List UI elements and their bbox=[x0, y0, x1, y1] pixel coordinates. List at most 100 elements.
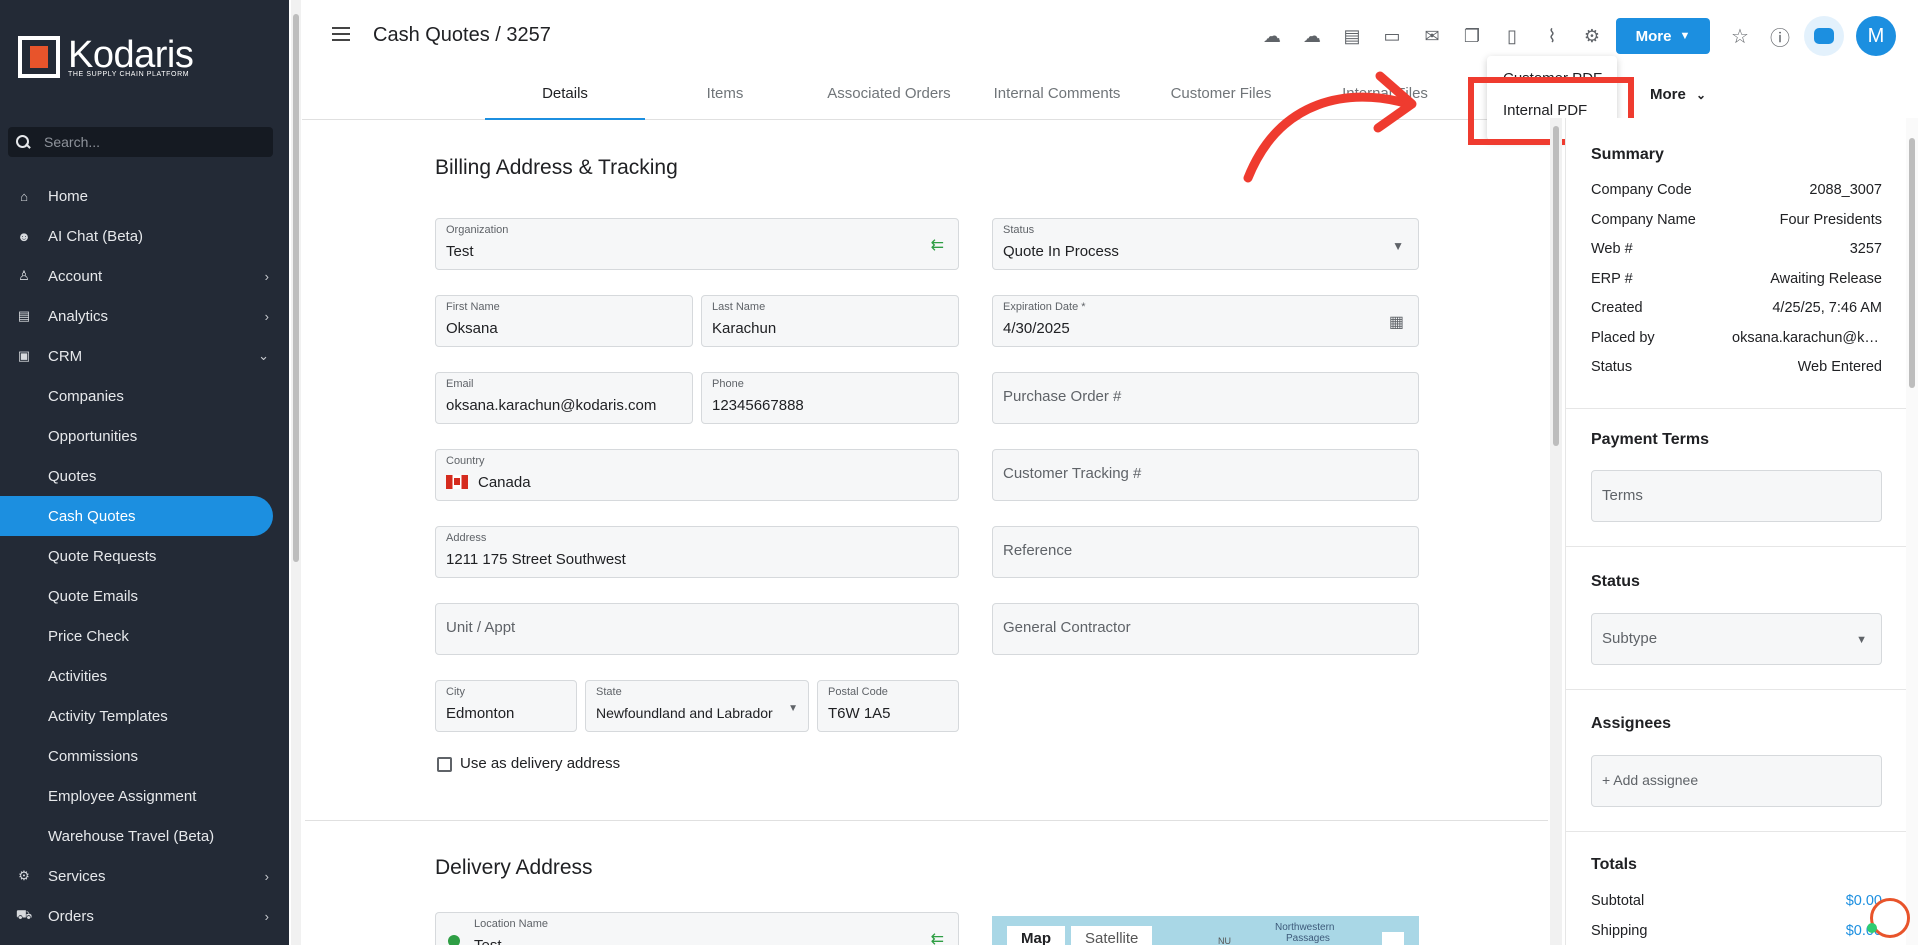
sidebar-item-activities[interactable]: Activities bbox=[0, 656, 289, 696]
tab-details[interactable]: Details bbox=[485, 76, 645, 120]
summary-row: Status Web Entered bbox=[1591, 359, 1882, 375]
map-tab-satellite[interactable]: Satellite bbox=[1071, 926, 1153, 945]
sidebar-search[interactable] bbox=[8, 127, 273, 157]
tab-items[interactable]: Items bbox=[645, 76, 805, 120]
sidebar-nav: ⌂ Home ☻ AI Chat (Beta) ♙ Account › ▤ Analytics ›… bbox=[0, 176, 289, 936]
unit-field[interactable]: Unit / Appt bbox=[435, 603, 959, 655]
status-panel-title: Status bbox=[1591, 573, 1640, 590]
copy-icon[interactable]: ❐ bbox=[1452, 20, 1492, 52]
add-assignee-field[interactable]: + Add assignee bbox=[1591, 755, 1882, 807]
sidebar-item-quote-requests[interactable]: Quote Requests bbox=[0, 536, 289, 576]
phone-value: 12345667888 bbox=[712, 397, 804, 414]
email-field[interactable]: Email oksana.karachun@kodaris.com bbox=[435, 372, 693, 424]
sidebar-item-ai-chat-beta[interactable]: ☻ AI Chat (Beta) bbox=[0, 216, 289, 256]
sidebar-item-account[interactable]: ♙ Account › bbox=[0, 256, 289, 296]
reference-field[interactable]: Reference bbox=[992, 526, 1419, 578]
postal-code-label: Postal Code bbox=[828, 686, 888, 698]
delivery-section-title: Delivery Address bbox=[435, 856, 593, 879]
address-value: 1211 175 Street Southwest bbox=[446, 551, 626, 568]
search-input[interactable] bbox=[44, 134, 264, 150]
sidebar-item-orders[interactable]: ⛟ Orders › bbox=[0, 896, 289, 936]
sidebar-item-companies[interactable]: Companies bbox=[0, 376, 289, 416]
attachment-icon[interactable]: ⌇ bbox=[1532, 20, 1572, 52]
chat-support-icon[interactable] bbox=[1867, 898, 1910, 938]
country-field[interactable]: Country Canada bbox=[435, 449, 959, 501]
sidebar-item-price-check[interactable]: Price Check bbox=[0, 616, 289, 656]
purchase-order-field[interactable]: Purchase Order # bbox=[992, 372, 1419, 424]
postal-code-field[interactable]: Postal Code T6W 1A5 bbox=[817, 680, 959, 732]
star-icon[interactable]: ☆ bbox=[1726, 22, 1754, 50]
sidebar-item-commissions[interactable]: Commissions bbox=[0, 736, 289, 776]
city-field[interactable]: City Edmonton bbox=[435, 680, 577, 732]
sidebar-item-label: Account bbox=[48, 267, 103, 285]
email-icon[interactable]: ✉ bbox=[1412, 20, 1452, 52]
cloud-lock-icon[interactable]: ☁ bbox=[1292, 20, 1332, 52]
organization-field[interactable]: Organization Test ⇇ bbox=[435, 218, 959, 270]
sidebar-item-opportunities[interactable]: Opportunities bbox=[0, 416, 289, 456]
sidebar-scrollbar-thumb[interactable] bbox=[293, 14, 299, 562]
last-name-field[interactable]: Last Name Karachun bbox=[701, 295, 959, 347]
calendar-icon[interactable]: ▦ bbox=[1389, 312, 1404, 332]
reference-placeholder: Reference bbox=[1003, 542, 1073, 559]
user-avatar[interactable]: M bbox=[1856, 16, 1896, 56]
crm-icon: ▣ bbox=[17, 348, 31, 363]
content-scrollbar[interactable] bbox=[1550, 118, 1562, 945]
panel-scrollbar[interactable] bbox=[1906, 118, 1918, 945]
sidebar-item-cash-quotes[interactable]: Cash Quotes bbox=[0, 496, 273, 536]
general-contractor-field[interactable]: General Contractor bbox=[992, 603, 1419, 655]
help-icon[interactable]: ⓘ bbox=[1766, 22, 1794, 50]
organization-lookup-icon[interactable]: ⇇ bbox=[931, 235, 944, 255]
more-actions-button[interactable]: More ▼ bbox=[1616, 18, 1710, 54]
address-field[interactable]: Address 1211 175 Street Southwest bbox=[435, 526, 959, 578]
pdf-icon[interactable]: ▯ bbox=[1492, 20, 1532, 52]
payment-terms-field[interactable]: Terms bbox=[1591, 470, 1882, 522]
use-as-delivery-label: Use as delivery address bbox=[460, 755, 621, 772]
sidebar-item-label: Opportunities bbox=[48, 427, 138, 445]
delivery-map[interactable]: Map Satellite NU Northwestern Passages bbox=[992, 916, 1419, 945]
first-name-value: Oksana bbox=[446, 320, 498, 337]
city-value: Edmonton bbox=[446, 705, 515, 722]
sidebar-item-crm[interactable]: ▣ CRM ⌄ bbox=[0, 336, 289, 376]
sidebar-item-warehouse-travel-beta[interactable]: Warehouse Travel (Beta) bbox=[0, 816, 289, 856]
subtype-select[interactable]: Subtype ▼ bbox=[1591, 613, 1882, 665]
sidebar-item-activity-templates[interactable]: Activity Templates bbox=[0, 696, 289, 736]
ai-assistant-button[interactable] bbox=[1804, 16, 1844, 56]
person-icon: ♙ bbox=[18, 268, 30, 283]
sidebar-scrollbar[interactable] bbox=[291, 0, 301, 945]
hamburger-menu-icon[interactable] bbox=[332, 27, 350, 41]
use-as-delivery-checkbox[interactable] bbox=[437, 757, 452, 772]
totals-title: Totals bbox=[1591, 856, 1637, 873]
tab-associated-orders[interactable]: Associated Orders bbox=[805, 76, 973, 120]
content-scrollbar-thumb[interactable] bbox=[1553, 126, 1559, 446]
gear-icon[interactable]: ⚙ bbox=[1572, 20, 1612, 52]
sidebar-item-quotes[interactable]: Quotes bbox=[0, 456, 289, 496]
location-lookup-icon[interactable]: ⇇ bbox=[931, 929, 944, 945]
sidebar-item-employee-assignment[interactable]: Employee Assignment bbox=[0, 776, 289, 816]
expiration-date-field[interactable]: Expiration Date * 4/30/2025 ▦ bbox=[992, 295, 1419, 347]
map-tab-map[interactable]: Map bbox=[1007, 926, 1065, 945]
sidebar-item-home[interactable]: ⌂ Home bbox=[0, 176, 289, 216]
customer-tracking-field[interactable]: Customer Tracking # bbox=[992, 449, 1419, 501]
robot-icon: ☻ bbox=[17, 228, 31, 244]
sidebar-item-quote-emails[interactable]: Quote Emails bbox=[0, 576, 289, 616]
first-name-field[interactable]: First Name Oksana bbox=[435, 295, 693, 347]
sidebar-item-services[interactable]: ⚙ Services › bbox=[0, 856, 289, 896]
archive-icon[interactable]: ▤ bbox=[1332, 20, 1372, 52]
phone-field[interactable]: Phone 12345667888 bbox=[701, 372, 959, 424]
sidebar: Kodaris THE SUPPLY CHAIN PLATFORM ⌂ Home ☻… bbox=[0, 0, 289, 945]
summary-key: Created bbox=[1591, 300, 1643, 316]
tabs-more-button[interactable]: More ⌄ bbox=[1650, 86, 1706, 103]
location-name-field[interactable]: Location Name Test ⇇ bbox=[435, 912, 959, 945]
credit-card-icon[interactable]: ▭ bbox=[1372, 20, 1412, 52]
status-select[interactable]: Status Quote In Process ▼ bbox=[992, 218, 1419, 270]
status-value: Quote In Process bbox=[1003, 243, 1119, 260]
panel-scrollbar-thumb[interactable] bbox=[1909, 138, 1915, 388]
map-fullscreen-icon[interactable] bbox=[1382, 932, 1404, 945]
sidebar-item-analytics[interactable]: ▤ Analytics › bbox=[0, 296, 289, 336]
tab-internal-comments[interactable]: Internal Comments bbox=[973, 76, 1141, 120]
cloud-upload-icon[interactable]: ☁ bbox=[1252, 20, 1292, 52]
state-select[interactable]: State Newfoundland and Labrador ▼ bbox=[585, 680, 809, 732]
sidebar-item-label: Warehouse Travel (Beta) bbox=[48, 827, 215, 845]
kodaris-logo[interactable]: Kodaris THE SUPPLY CHAIN PLATFORM bbox=[18, 36, 194, 78]
totals-key: Shipping bbox=[1591, 923, 1648, 939]
